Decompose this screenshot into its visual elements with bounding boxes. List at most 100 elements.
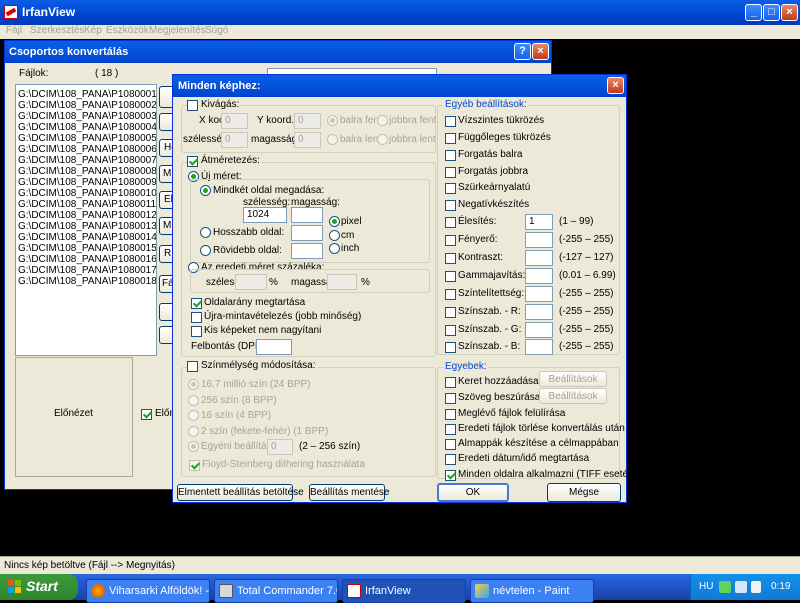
list-item[interactable]: G:\DCIM\108_PANA\P1080014.JP: [16, 232, 156, 243]
apply-all-pages-checkbox[interactable]: [445, 470, 456, 481]
balance-r-checkbox[interactable]: [445, 307, 456, 318]
ok-button[interactable]: OK: [437, 483, 509, 502]
tray-app-icon[interactable]: [751, 581, 761, 593]
shorter-side-input[interactable]: [291, 243, 323, 259]
resize-checkbox[interactable]: [187, 156, 198, 167]
depth-custom-input[interactable]: 0: [267, 439, 293, 455]
list-item[interactable]: G:\DCIM\108_PANA\P1080018.JP: [16, 276, 156, 287]
resize-width-input[interactable]: 1024: [243, 207, 287, 223]
list-item[interactable]: G:\DCIM\108_PANA\P1080005.JP: [16, 133, 156, 144]
unit-pixel-radio[interactable]: [329, 216, 340, 227]
dither-checkbox[interactable]: [189, 460, 200, 471]
crop-checkbox[interactable]: [187, 100, 198, 111]
list-item[interactable]: G:\DCIM\108_PANA\P1080008.JP: [16, 166, 156, 177]
file-list[interactable]: G:\DCIM\108_PANA\P1080001.JP G:\DCIM\108_…: [15, 84, 157, 356]
list-item[interactable]: G:\DCIM\108_PANA\P1080002.JP: [16, 100, 156, 111]
minimize-button[interactable]: _: [745, 4, 762, 21]
rotate-right-checkbox[interactable]: [445, 167, 456, 178]
balance-g-input[interactable]: [525, 322, 553, 338]
resample-checkbox[interactable]: [191, 312, 202, 323]
crop-height-input[interactable]: 0: [294, 132, 321, 148]
dialog-close-button[interactable]: ×: [607, 77, 624, 94]
unit-cm-radio[interactable]: [329, 230, 340, 241]
add-border-checkbox[interactable]: [445, 377, 456, 388]
text-settings-button[interactable]: Beállítások: [539, 388, 607, 404]
save-settings-button[interactable]: Beállítás mentése: [309, 484, 390, 501]
pct-width-input[interactable]: [235, 274, 267, 290]
menu-view[interactable]: Megjelenítés: [149, 25, 206, 36]
list-item[interactable]: G:\DCIM\108_PANA\P1080017.JP: [16, 265, 156, 276]
overwrite-checkbox[interactable]: [445, 409, 456, 420]
crop-y-input[interactable]: 0: [294, 113, 321, 129]
both-sides-radio[interactable]: [200, 185, 211, 196]
balance-r-input[interactable]: [525, 304, 553, 320]
depth-1bpp-radio[interactable]: [188, 426, 199, 437]
batch-close-button[interactable]: ×: [532, 43, 549, 60]
saturation-input[interactable]: [525, 286, 553, 302]
batch-help-button[interactable]: ?: [514, 43, 531, 60]
pct-height-input[interactable]: [327, 274, 357, 290]
list-item[interactable]: G:\DCIM\108_PANA\P1080001.JP: [16, 89, 156, 100]
menu-edit[interactable]: Szerkesztés: [30, 25, 84, 36]
close-button[interactable]: ×: [781, 4, 798, 21]
insert-text-checkbox[interactable]: [445, 393, 456, 404]
menu-image[interactable]: Kép: [84, 25, 102, 36]
load-settings-button[interactable]: Elmentett beállítás betöltése: [177, 484, 304, 501]
volume-icon[interactable]: [735, 581, 747, 593]
color-depth-checkbox[interactable]: [187, 361, 198, 372]
menu-file[interactable]: Fájl: [6, 25, 22, 36]
preview-checkbox[interactable]: [141, 409, 152, 420]
contrast-checkbox[interactable]: [445, 253, 456, 264]
longer-side-input[interactable]: [291, 225, 323, 241]
contrast-input[interactable]: [525, 250, 553, 266]
sharpen-input[interactable]: 1: [525, 214, 553, 230]
cancel-button[interactable]: Mégse: [547, 483, 621, 502]
gamma-checkbox[interactable]: [445, 271, 456, 282]
no-enlarge-checkbox[interactable]: [191, 326, 202, 337]
list-item[interactable]: G:\DCIM\108_PANA\P1080009.JP: [16, 177, 156, 188]
list-item[interactable]: G:\DCIM\108_PANA\P1080010.JP: [16, 188, 156, 199]
balance-b-input[interactable]: [525, 339, 553, 355]
unit-inch-radio[interactable]: [329, 243, 340, 254]
list-item[interactable]: G:\DCIM\108_PANA\P1080011.JP: [16, 199, 156, 210]
menu-tools[interactable]: Eszközök: [106, 25, 149, 36]
brightness-checkbox[interactable]: [445, 235, 456, 246]
balance-b-checkbox[interactable]: [445, 342, 456, 353]
crop-top-left-radio[interactable]: [327, 115, 338, 126]
network-icon[interactable]: [719, 581, 731, 593]
crop-top-right-radio[interactable]: [377, 115, 388, 126]
list-item[interactable]: G:\DCIM\108_PANA\P1080004.JP: [16, 122, 156, 133]
create-subfolders-checkbox[interactable]: [445, 439, 456, 450]
negative-checkbox[interactable]: [445, 200, 456, 211]
shorter-side-radio[interactable]: [200, 245, 211, 256]
dpi-input[interactable]: [256, 339, 292, 355]
brightness-input[interactable]: [525, 232, 553, 248]
taskbar-item-browser[interactable]: Viharsarki Alföldök! - Fi...: [86, 579, 210, 603]
depth-4bpp-radio[interactable]: [188, 410, 199, 421]
crop-bottom-left-radio[interactable]: [327, 134, 338, 145]
sharpen-checkbox[interactable]: [445, 217, 456, 228]
list-item[interactable]: G:\DCIM\108_PANA\P1080015.JP: [16, 243, 156, 254]
depth-24bpp-radio[interactable]: [188, 379, 199, 390]
list-item[interactable]: G:\DCIM\108_PANA\P1080003.JP: [16, 111, 156, 122]
delete-originals-checkbox[interactable]: [445, 424, 456, 435]
balance-g-checkbox[interactable]: [445, 325, 456, 336]
rotate-left-checkbox[interactable]: [445, 150, 456, 161]
flip-v-checkbox[interactable]: [445, 133, 456, 144]
list-item[interactable]: G:\DCIM\108_PANA\P1080006.JP: [16, 144, 156, 155]
keep-aspect-checkbox[interactable]: [191, 298, 202, 309]
taskbar-item-irfanview[interactable]: IrfanView: [342, 579, 466, 603]
crop-x-input[interactable]: 0: [221, 113, 248, 129]
list-item[interactable]: G:\DCIM\108_PANA\P1080016.JP: [16, 254, 156, 265]
flip-h-checkbox[interactable]: [445, 116, 456, 127]
resize-height-input[interactable]: [291, 207, 323, 223]
taskbar-item-total-commander[interactable]: Total Commander 7.0...: [214, 579, 338, 603]
longer-side-radio[interactable]: [200, 227, 211, 238]
grayscale-checkbox[interactable]: [445, 183, 456, 194]
crop-width-input[interactable]: 0: [221, 132, 248, 148]
list-item[interactable]: G:\DCIM\108_PANA\P1080012.JP: [16, 210, 156, 221]
start-button[interactable]: Start: [0, 574, 78, 600]
saturation-checkbox[interactable]: [445, 289, 456, 300]
keep-date-checkbox[interactable]: [445, 454, 456, 465]
taskbar-item-paint[interactable]: névtelen - Paint: [470, 579, 594, 603]
